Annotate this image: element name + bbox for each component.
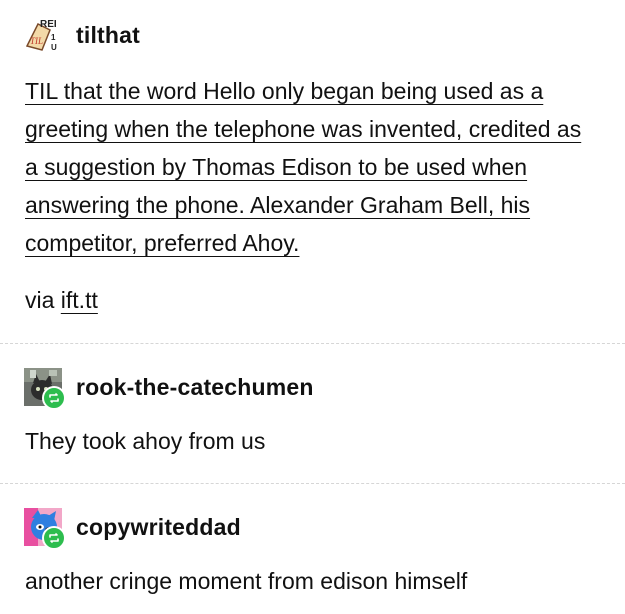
til-logo-icon[interactable]: REI TIL 1 U xyxy=(24,16,62,54)
divider xyxy=(0,483,625,484)
post-header: rook-the-catechumen xyxy=(24,368,314,410)
post-body-link[interactable]: TIL that the word Hello only began being… xyxy=(25,72,585,262)
post-body: another cringe moment from edison himsel… xyxy=(25,568,468,594)
svg-text:1: 1 xyxy=(51,33,56,42)
username[interactable]: tilthat xyxy=(76,22,140,49)
post-header: copywriteddad xyxy=(24,508,241,550)
username[interactable]: rook-the-catechumen xyxy=(76,374,314,401)
reblog-icon xyxy=(42,526,66,550)
svg-text:REI: REI xyxy=(40,19,57,30)
cat-avatar-icon[interactable] xyxy=(24,368,66,410)
blue-character-avatar-icon[interactable] xyxy=(24,508,66,550)
divider xyxy=(0,343,625,344)
svg-text:TIL: TIL xyxy=(30,36,43,46)
post-header: REI TIL 1 U tilthat xyxy=(24,16,140,54)
source-link[interactable]: ift.tt xyxy=(61,287,98,313)
reblog-icon xyxy=(42,386,66,410)
post-body: They took ahoy from us xyxy=(25,428,266,454)
via-prefix: via xyxy=(25,287,61,313)
via-line: via ift.tt xyxy=(25,281,98,319)
svg-text:U: U xyxy=(51,43,57,52)
username[interactable]: copywriteddad xyxy=(76,514,241,541)
